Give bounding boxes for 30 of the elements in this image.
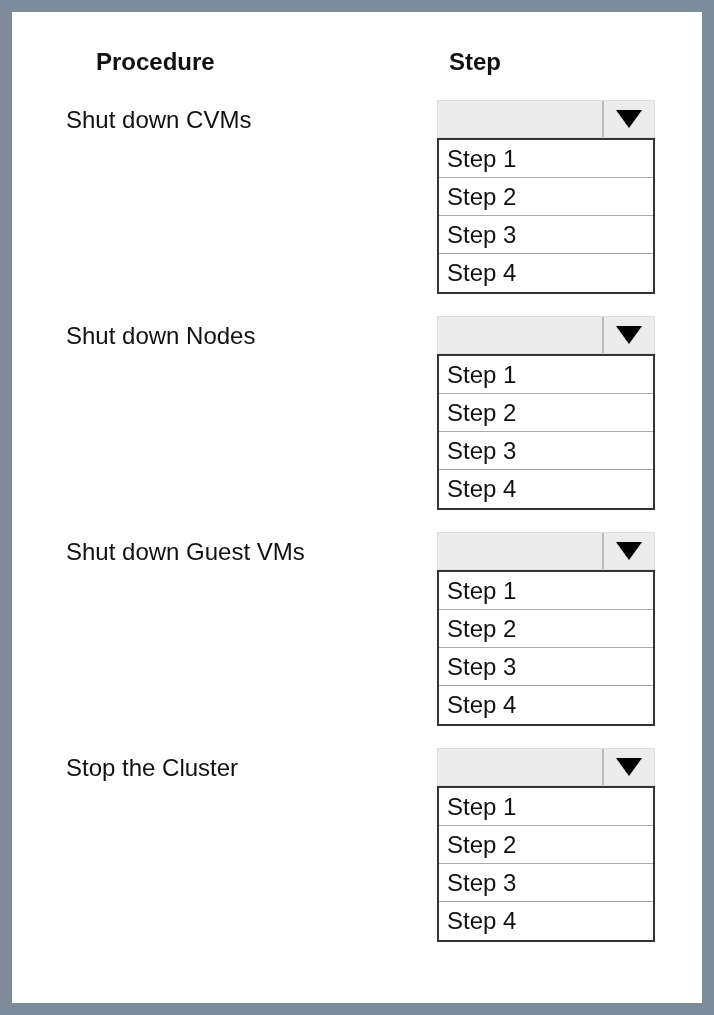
- step-option[interactable]: Step 4: [439, 686, 653, 724]
- caret-icon: [616, 758, 642, 776]
- column-header: Procedure: [96, 48, 215, 76]
- step-dropdown[interactable]: [437, 532, 655, 570]
- procedure-label: Shut down CVMs: [66, 106, 252, 134]
- step-option[interactable]: Step 2: [439, 610, 653, 648]
- step-option[interactable]: Step 4: [439, 902, 653, 940]
- step-option[interactable]: Step 1: [439, 140, 653, 178]
- step-dropdown[interactable]: [437, 316, 655, 354]
- step-option[interactable]: Step 4: [439, 470, 653, 508]
- step-option[interactable]: Step 1: [439, 788, 653, 826]
- caret-icon: [616, 326, 642, 344]
- step-option[interactable]: Step 1: [439, 572, 653, 610]
- step-option[interactable]: Step 4: [439, 254, 653, 292]
- step-option[interactable]: Step 3: [439, 216, 653, 254]
- caret-icon: [616, 542, 642, 560]
- step-dropdown[interactable]: [437, 100, 655, 138]
- step-dropdown[interactable]: [437, 748, 655, 786]
- caret-icon: [616, 110, 642, 128]
- step-option[interactable]: Step 1: [439, 356, 653, 394]
- step-option[interactable]: Step 3: [439, 864, 653, 902]
- column-header: Step: [449, 48, 501, 76]
- procedure-label: Stop the Cluster: [66, 754, 239, 782]
- procedure-label: Shut down Guest VMs: [66, 538, 305, 566]
- procedure-label: Shut down Nodes: [66, 322, 256, 350]
- step-option[interactable]: Step 3: [439, 648, 653, 686]
- step-option[interactable]: Step 2: [439, 178, 653, 216]
- step-option[interactable]: Step 2: [439, 826, 653, 864]
- step-option[interactable]: Step 2: [439, 394, 653, 432]
- step-option[interactable]: Step 3: [439, 432, 653, 470]
